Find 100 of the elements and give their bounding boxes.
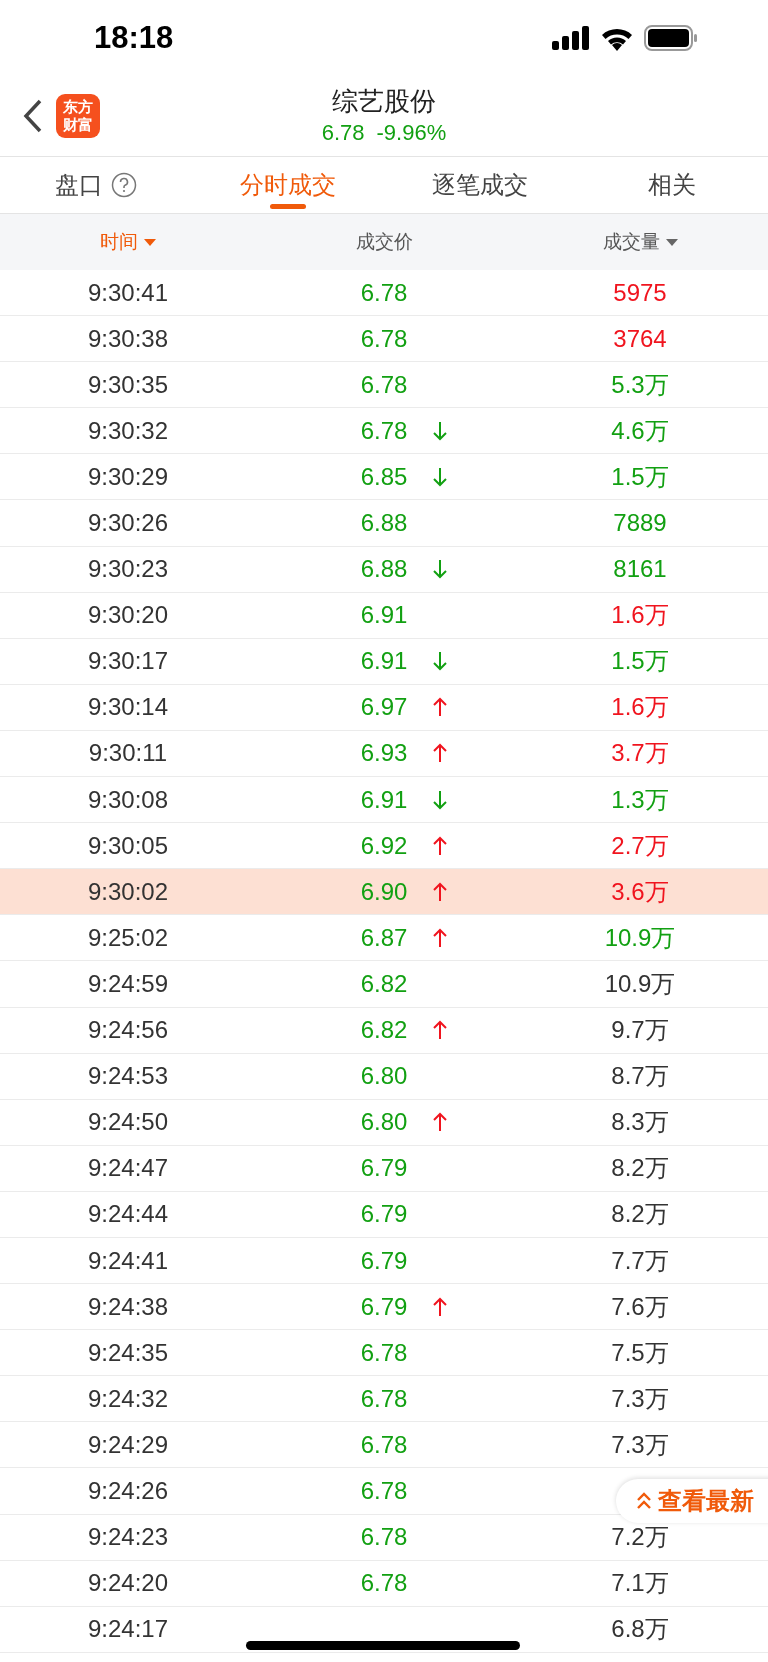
trade-price: 6.91 xyxy=(360,647,408,676)
signal-icon xyxy=(552,26,590,50)
trade-price: 6.88 xyxy=(360,555,408,584)
trade-volume: 7.5万 xyxy=(611,1337,669,1368)
tab[interactable]: 相关 xyxy=(648,169,696,201)
trade-price: 6.80 xyxy=(360,1062,408,1091)
tab[interactable]: 逐笔成交 xyxy=(432,169,528,201)
trade-volume: 7.7万 xyxy=(611,1245,669,1276)
trade-volume: 3.6万 xyxy=(611,876,669,907)
trade-price: 6.78 xyxy=(360,1338,408,1367)
trade-volume: 5.3万 xyxy=(611,369,669,400)
app-logo: 东方 财富 xyxy=(56,94,100,138)
trade-time: 9:30:14 xyxy=(87,693,169,722)
help-icon[interactable] xyxy=(111,172,137,198)
trade-volume: 1.3万 xyxy=(611,784,669,815)
trade-price: 6.82 xyxy=(360,1016,408,1045)
trade-time: 9:30:20 xyxy=(87,601,169,630)
trade-volume: 6.8万 xyxy=(611,1614,669,1645)
back-icon[interactable] xyxy=(22,98,44,134)
trade-time: 9:24:20 xyxy=(87,1569,169,1598)
trade-time: 9:24:23 xyxy=(87,1523,169,1552)
trade-price: 6.93 xyxy=(360,739,408,768)
trade-price: 6.78 xyxy=(360,1523,408,1552)
trade-time: 9:24:53 xyxy=(87,1062,169,1091)
trade-volume: 7.3万 xyxy=(611,1429,669,1460)
trade-volume: 7.3万 xyxy=(611,1383,669,1414)
trade-price: 6.79 xyxy=(360,1246,408,1275)
trade-time: 9:25:02 xyxy=(87,923,169,952)
trade-time: 9:24:35 xyxy=(87,1338,169,1367)
trade-price: 6.82 xyxy=(360,969,408,998)
stock-price: 6.78 xyxy=(321,119,365,147)
trade-volume: 1.5万 xyxy=(611,461,669,492)
trade-price: 6.90 xyxy=(360,877,408,906)
trade-price: 6.92 xyxy=(360,831,408,860)
trade-price: 6.79 xyxy=(360,1154,408,1183)
trade-time: 9:30:26 xyxy=(87,509,169,537)
trade-time: 9:30:11 xyxy=(88,739,168,768)
trade-time: 9:24:38 xyxy=(87,1292,169,1321)
trade-volume: 7.2万 xyxy=(611,1522,669,1553)
tab-underline xyxy=(270,204,306,209)
trade-time: 9:24:56 xyxy=(87,1016,169,1045)
trade-volume: 7.6万 xyxy=(611,1291,669,1322)
trade-volume: 10.9万 xyxy=(604,922,676,953)
trade-time: 9:30:08 xyxy=(87,785,169,814)
status-time: 18:18 xyxy=(94,20,174,56)
trade-time: 9:30:02 xyxy=(87,877,169,906)
trade-price: 6.87 xyxy=(360,923,408,952)
trade-volume: 2.7万 xyxy=(611,830,669,861)
trade-volume: 4.6万 xyxy=(611,415,669,446)
trade-volume: 1.6万 xyxy=(611,692,669,723)
trade-time: 9:24:29 xyxy=(87,1430,169,1459)
trade-price: 6.78 xyxy=(360,1477,408,1505)
trade-volume: 10.9万 xyxy=(604,968,676,999)
trade-time: 9:24:59 xyxy=(87,969,169,998)
trade-price: 6.78 xyxy=(360,1430,408,1459)
trade-volume: 8.7万 xyxy=(611,1061,669,1092)
trade-volume: 3.7万 xyxy=(611,738,669,769)
trade-time: 9:24:32 xyxy=(87,1384,169,1413)
trade-time: 9:24:17 xyxy=(87,1615,169,1644)
trade-volume: 9.7万 xyxy=(611,1015,669,1046)
trade-volume: 5975 xyxy=(613,278,667,307)
trade-volume: 8161 xyxy=(613,555,667,584)
battery-icon xyxy=(644,25,698,51)
trade-time: 9:30:32 xyxy=(87,416,169,445)
trade-volume: 7889 xyxy=(613,509,667,537)
trade-price: 6.91 xyxy=(360,785,408,814)
trade-time: 9:30:41 xyxy=(87,278,169,307)
trade-price: 6.78 xyxy=(360,1569,408,1598)
trade-time: 9:24:41 xyxy=(87,1246,169,1275)
trade-volume: 8.3万 xyxy=(611,1107,669,1138)
trade-time: 9:30:23 xyxy=(87,555,169,584)
double-chevron-up-icon xyxy=(636,1492,652,1510)
trade-time: 9:24:50 xyxy=(87,1108,169,1137)
trade-price: 6.88 xyxy=(360,509,408,537)
trade-time: 9:24:26 xyxy=(87,1477,169,1505)
trade-time: 9:30:05 xyxy=(87,831,169,860)
trade-price: 6.78 xyxy=(360,416,408,445)
trade-volume: 8.2万 xyxy=(611,1153,669,1184)
trade-time: 9:24:47 xyxy=(87,1154,169,1183)
trade-price: 6.78 xyxy=(360,1384,408,1413)
trade-price: 6.91 xyxy=(360,601,408,630)
column-header: 成交价 xyxy=(355,230,413,254)
trade-price: 6.79 xyxy=(360,1292,408,1321)
column-header[interactable]: 成交量 xyxy=(602,229,660,255)
trade-volume: 7.1万 xyxy=(611,1568,669,1599)
trade-price: 6.85 xyxy=(360,462,408,491)
price-change: -9.96% xyxy=(376,119,447,147)
trade-volume: 1.6万 xyxy=(611,600,669,631)
trade-price: 6.78 xyxy=(360,324,408,353)
trade-volume: 1.5万 xyxy=(611,646,669,677)
stock-name: 综艺股份 xyxy=(332,85,436,118)
tab[interactable]: 盘口 xyxy=(55,169,103,201)
trade-price: 6.78 xyxy=(360,278,408,307)
trade-time: 9:24:44 xyxy=(87,1200,169,1229)
trade-time: 9:30:29 xyxy=(87,462,169,491)
trade-volume: 3764 xyxy=(613,324,667,353)
trade-time: 9:30:35 xyxy=(87,370,169,399)
trade-volume: 8.2万 xyxy=(611,1199,669,1230)
trade-time: 9:30:17 xyxy=(87,647,169,676)
trade-time: 9:30:38 xyxy=(87,324,169,353)
